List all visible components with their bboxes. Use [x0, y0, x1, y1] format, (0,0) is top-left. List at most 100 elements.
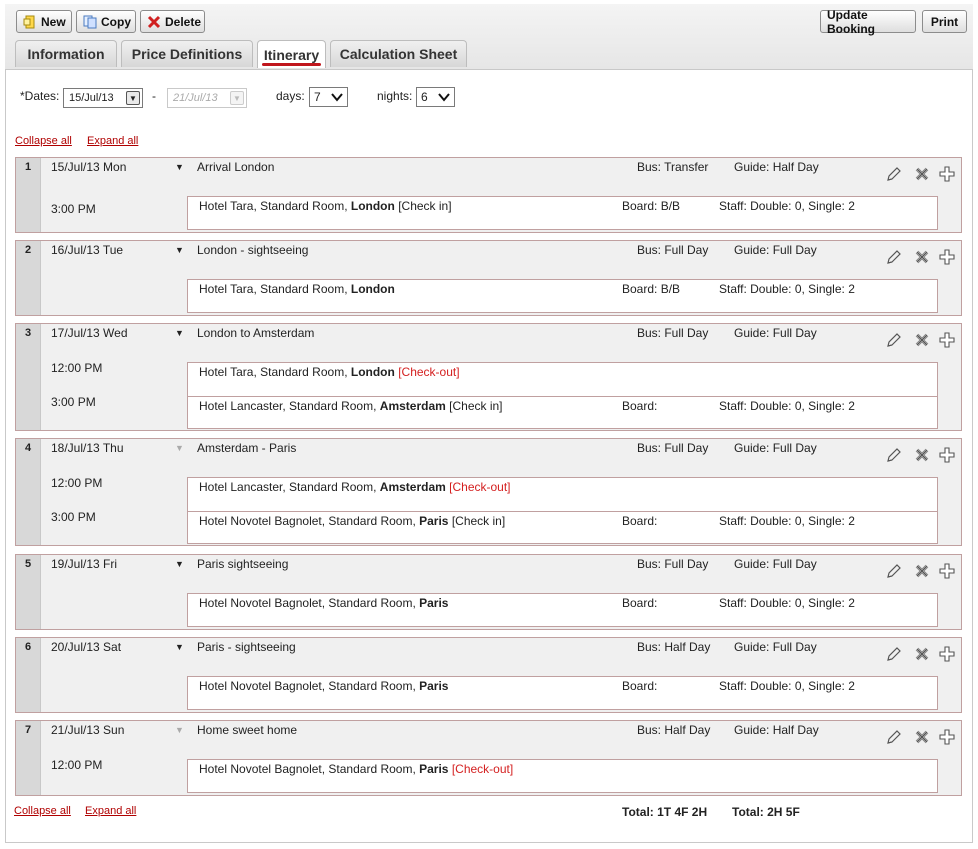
delete-icon[interactable]	[913, 645, 931, 663]
hotel-status: [Check-out]	[398, 365, 460, 379]
tab-information[interactable]: Information	[15, 40, 117, 67]
hotel-status: [Check-out]	[451, 762, 514, 776]
edit-icon[interactable]	[885, 728, 903, 746]
tab-information-label: Information	[27, 46, 105, 62]
day-number: 1	[25, 161, 32, 173]
hotel-text: Hotel Novotel Bagnolet, Standard Room, P…	[199, 679, 448, 693]
add-icon[interactable]	[938, 331, 956, 349]
day-bus: Bus: Full Day	[637, 326, 709, 340]
delete-icon[interactable]	[913, 728, 931, 746]
hotel-city: London	[350, 282, 395, 296]
delete-icon[interactable]	[913, 331, 931, 349]
day-guide: Guide: Full Day	[734, 640, 817, 654]
start-date-value: 15/Jul/13	[69, 92, 114, 104]
copy-icon	[83, 15, 97, 29]
hotel-entry: Hotel Novotel Bagnolet, Standard Room, P…	[188, 677, 937, 710]
collapse-toggle-icon[interactable]: ▼	[175, 162, 184, 172]
days-select[interactable]: 7	[309, 87, 348, 107]
active-tab-indicator	[262, 63, 321, 66]
hotel-board: Board:	[622, 679, 658, 693]
hotel-entry: Hotel Tara, Standard Room, London Board: …	[188, 280, 937, 313]
add-icon[interactable]	[938, 645, 956, 663]
total-guide: Total: 2H 5F	[732, 805, 800, 819]
delete-button[interactable]: Delete	[140, 10, 205, 33]
entry-time: 3:00 PM	[51, 395, 96, 409]
hotel-name: Hotel Novotel Bagnolet, Standard Room,	[199, 514, 420, 528]
calendar-dropdown-icon[interactable]: ▼	[126, 91, 140, 105]
day-guide: Guide: Half Day	[734, 160, 819, 174]
collapse-toggle-icon[interactable]: ▼	[175, 725, 184, 735]
hotel-board: Board: B/B	[622, 282, 681, 296]
delete-icon[interactable]	[913, 562, 931, 580]
edit-icon[interactable]	[885, 446, 903, 464]
tab-itinerary[interactable]: Itinerary	[257, 40, 326, 68]
add-icon[interactable]	[938, 728, 956, 746]
new-button[interactable]: New	[16, 10, 72, 33]
collapse-toggle-icon[interactable]: ▼	[175, 443, 184, 453]
start-date-field[interactable]: 15/Jul/13 ▼	[63, 88, 143, 108]
edit-icon[interactable]	[885, 562, 903, 580]
add-icon[interactable]	[938, 562, 956, 580]
hotel-entry: Hotel Novotel Bagnolet, Standard Room, P…	[188, 594, 937, 627]
collapse-all-link-top[interactable]: Collapse all	[15, 135, 72, 147]
hotel-list: Hotel Lancaster, Standard Room, Amsterda…	[187, 477, 938, 544]
tab-calculation-sheet[interactable]: Calculation Sheet	[330, 40, 467, 67]
day-title: Paris sightseeing	[197, 557, 289, 571]
edit-icon[interactable]	[885, 165, 903, 183]
day-date: 20/Jul/13 Sat	[51, 640, 122, 654]
expand-all-link-top[interactable]: Expand all	[87, 135, 138, 147]
add-icon[interactable]	[938, 446, 956, 464]
nights-select[interactable]: 6	[416, 87, 455, 107]
day-number: 7	[25, 724, 32, 736]
tab-calculation-sheet-label: Calculation Sheet	[339, 46, 458, 62]
edit-icon[interactable]	[885, 331, 903, 349]
add-icon[interactable]	[938, 165, 956, 183]
edit-icon[interactable]	[885, 248, 903, 266]
day-bus: Bus: Full Day	[637, 557, 709, 571]
collapse-toggle-icon[interactable]: ▼	[175, 559, 184, 569]
hotel-board: Board:	[622, 399, 658, 413]
day-date: 15/Jul/13 Mon	[51, 160, 127, 174]
print-button[interactable]: Print	[922, 10, 967, 33]
hotel-name: Hotel Novotel Bagnolet, Standard Room,	[199, 596, 420, 610]
copy-button[interactable]: Copy	[76, 10, 136, 33]
edit-icon[interactable]	[885, 645, 903, 663]
tab-price-definitions[interactable]: Price Definitions	[121, 40, 253, 67]
day-block: 7 21/Jul/13 Sun ▼ Home sweet home Bus: Half …	[15, 720, 962, 796]
day-date: 17/Jul/13 Wed	[51, 326, 128, 340]
dates-label: *Dates:	[20, 89, 60, 103]
expand-all-link-bottom[interactable]: Expand all	[85, 805, 136, 817]
hotel-entry: Hotel Tara, Standard Room, London [Check…	[188, 197, 937, 230]
update-booking-button[interactable]: Update Booking	[820, 8, 916, 36]
collapse-toggle-icon[interactable]: ▼	[175, 642, 184, 652]
entry-time: 3:00 PM	[51, 510, 96, 524]
day-guide: Guide: Full Day	[734, 243, 817, 257]
entry-time: 12:00 PM	[51, 361, 103, 375]
hotel-list: Hotel Novotel Bagnolet, Standard Room, P…	[187, 759, 938, 793]
delete-icon[interactable]	[913, 446, 931, 464]
day-date: 18/Jul/13 Thu	[51, 441, 124, 455]
day-block: 3 17/Jul/13 Wed ▼ London to Amsterdam Bus: F…	[15, 323, 962, 431]
day-block: 2 16/Jul/13 Tue ▼ London - sightseeing Bus: …	[15, 240, 962, 316]
day-guide: Guide: Full Day	[734, 557, 817, 571]
hotel-city: Paris	[419, 514, 449, 528]
hotel-entry: Hotel Lancaster, Standard Room, Amsterda…	[188, 396, 937, 429]
new-icon	[23, 15, 37, 29]
hotel-text: Hotel Tara, Standard Room, London [Check…	[199, 199, 452, 213]
day-guide: Guide: Half Day	[734, 723, 819, 737]
hotel-text: Hotel Tara, Standard Room, London	[199, 282, 395, 296]
hotel-city: Paris	[419, 679, 449, 693]
add-icon[interactable]	[938, 248, 956, 266]
collapse-all-link-bottom[interactable]: Collapse all	[14, 805, 71, 817]
tab-price-definitions-label: Price Definitions	[131, 46, 243, 62]
hotel-staff: Staff: Double: 0, Single: 2	[719, 514, 855, 528]
day-bus: Bus: Full Day	[637, 441, 709, 455]
chevron-down-icon	[331, 93, 343, 102]
delete-icon[interactable]	[913, 165, 931, 183]
hotel-staff: Staff: Double: 0, Single: 2	[719, 399, 855, 413]
collapse-toggle-icon[interactable]: ▼	[175, 245, 184, 255]
collapse-toggle-icon[interactable]: ▼	[175, 328, 184, 338]
delete-icon[interactable]	[913, 248, 931, 266]
hotel-list: Hotel Tara, Standard Room, London [Check…	[187, 196, 938, 230]
day-title: Paris - sightseeing	[197, 640, 296, 654]
